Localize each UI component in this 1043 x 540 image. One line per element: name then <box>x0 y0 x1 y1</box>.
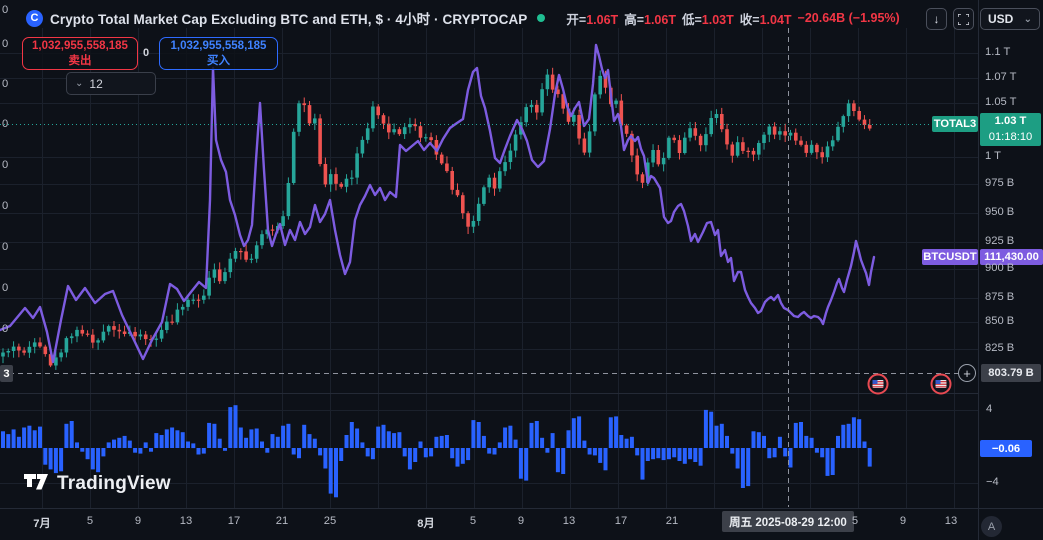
symbol-logo-icon[interactable]: C <box>26 10 43 27</box>
btcusdt-series-label[interactable]: BTCUSDT <box>922 249 978 265</box>
sell-button[interactable]: 1,032,955,558,185 卖出 <box>22 37 138 70</box>
crosshair-date-badge: 周五 2025-08-29 12:00 <box>722 511 854 532</box>
high-value: 1.06T <box>644 13 676 27</box>
left-axis-clipped-label: 0 <box>2 78 8 90</box>
price-axis-label: 950 B <box>985 206 1014 218</box>
price-axis-label: 1.1 T <box>985 46 1010 58</box>
symbol-title[interactable]: Crypto Total Market Cap Excluding BTC an… <box>50 8 527 28</box>
total3-countdown: 01:18:10 <box>989 130 1033 145</box>
time-axis-label: 17 <box>606 515 636 527</box>
download-button[interactable]: ↓ <box>926 8 947 30</box>
open-value: 1.06T <box>586 13 618 27</box>
sell-value: 1,032,955,558,185 <box>32 39 128 53</box>
low-value: 1.03T <box>702 13 734 27</box>
total3-price: 1.03 T <box>995 114 1027 129</box>
tradingview-attribution[interactable]: TradingView <box>24 472 171 495</box>
time-axis-label: 8月 <box>411 515 441 531</box>
left-axis-clipped-label: 0 <box>2 118 8 130</box>
high-label: 高= <box>624 13 644 27</box>
chevron-down-icon: ⌄ <box>75 78 83 89</box>
time-axis-label: 13 <box>171 515 201 527</box>
total3-price-badge[interactable]: 1.03 T 01:18:10 <box>980 113 1041 146</box>
price-axis-label: 825 B <box>985 342 1014 354</box>
symbol-header: C Crypto Total Market Cap Excluding BTC … <box>26 9 900 27</box>
open-label: 开= <box>566 13 586 27</box>
close-value: 1.04T <box>760 13 792 27</box>
price-axis-label: 1 T <box>985 150 1001 162</box>
download-icon: ↓ <box>934 12 940 26</box>
time-axis-label: 7月 <box>27 515 57 531</box>
price-axis-label: 1.07 T <box>985 71 1017 83</box>
time-axis-label: 5 <box>75 515 105 527</box>
time-axis-label: 13 <box>936 515 966 527</box>
price-axis-label: 875 B <box>985 291 1014 303</box>
price-axis-label: 850 B <box>985 315 1014 327</box>
price-axis-label: 975 B <box>985 177 1014 189</box>
tradingview-logo-icon <box>24 472 49 495</box>
histogram-value-badge: −0.06 <box>980 440 1032 457</box>
time-axis-label: 9 <box>888 515 918 527</box>
chart-canvas[interactable] <box>0 0 1043 540</box>
indicator-axis-label: −4 <box>986 476 999 488</box>
price-axis-label: 925 B <box>985 235 1014 247</box>
buy-button[interactable]: 1,032,955,558,185 买入 <box>159 37 278 70</box>
time-axis-label: 13 <box>554 515 584 527</box>
time-axis-label: 9 <box>506 515 536 527</box>
close-label: 收= <box>740 13 760 27</box>
time-axis-label: 21 <box>267 515 297 527</box>
chevron-down-icon: ⌄ <box>1024 14 1032 25</box>
ohlc-row: 开=1.06T 高=1.06T 低=1.03T 收=1.04T −20.64B … <box>566 9 899 28</box>
us-flag-event-icon[interactable] <box>932 375 951 394</box>
left-crosshair-badge: 3 <box>0 365 13 382</box>
left-axis-clipped-label: 0 <box>2 323 8 335</box>
chart-toolbar: ↓ USD ⌄ <box>926 8 1040 30</box>
tradingview-chart-window: C Crypto Total Market Cap Excluding BTC … <box>0 0 1043 540</box>
time-axis-label: 9 <box>123 515 153 527</box>
buy-value: 1,032,955,558,185 <box>171 39 267 53</box>
time-axis-label: 25 <box>315 515 345 527</box>
time-axis-label: 21 <box>657 515 687 527</box>
fullscreen-icon <box>958 14 969 25</box>
price-axis-label: 1.05 T <box>985 96 1017 108</box>
left-axis-clipped-label: 0 <box>2 38 8 50</box>
indicator-axis-label: 4 <box>986 403 992 415</box>
left-axis-clipped-label: 0 <box>2 159 8 171</box>
counter-value: 12 <box>89 77 102 91</box>
buy-label: 买入 <box>207 54 230 68</box>
us-flag-event-icon[interactable] <box>869 375 888 394</box>
sell-label: 卖出 <box>69 54 92 68</box>
fullscreen-button[interactable] <box>953 8 974 30</box>
plus-icon: + <box>963 366 971 381</box>
low-label: 低= <box>682 13 702 27</box>
market-open-dot-icon <box>537 14 545 22</box>
time-axis-label: 17 <box>219 515 249 527</box>
change-value: −20.64B (−1.95%) <box>798 11 900 25</box>
tradingview-wordmark: TradingView <box>57 473 171 495</box>
interval-counter-button[interactable]: ⌄ 12 <box>66 72 156 95</box>
time-axis-label: 5 <box>840 515 870 527</box>
left-axis-clipped-label: 0 <box>2 241 8 253</box>
time-axis-label: 5 <box>458 515 488 527</box>
timezone-button[interactable]: A <box>981 516 1002 537</box>
total3-series-label[interactable]: TOTAL3 <box>932 116 978 132</box>
crosshair-plus-button[interactable]: + <box>958 364 976 382</box>
left-axis-clipped-label: 0 <box>2 200 8 212</box>
currency-value: USD <box>988 12 1013 26</box>
left-axis-clipped-label: 0 <box>2 4 8 16</box>
left-axis-clipped-label: 0 <box>2 282 8 294</box>
currency-dropdown[interactable]: USD ⌄ <box>980 8 1040 30</box>
crosshair-price-badge: 803.79 B <box>981 364 1041 382</box>
price-axis-label: 900 B <box>985 262 1014 274</box>
spread-value: 0 <box>143 47 149 59</box>
